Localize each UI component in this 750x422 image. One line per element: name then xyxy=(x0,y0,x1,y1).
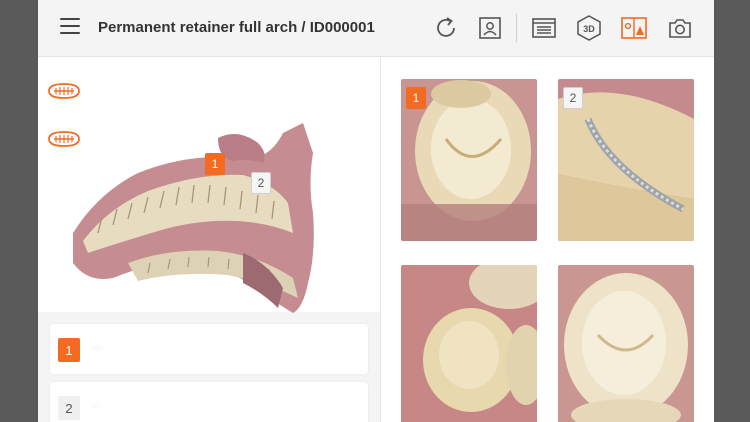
photo-grid: 1 2 xyxy=(380,58,714,422)
left-panel: 1 2 1 ··· 2 ··· xyxy=(38,58,380,422)
patient-info-icon xyxy=(479,17,501,39)
intraoral-photo-2[interactable]: 2 xyxy=(558,79,694,241)
tooth-photo-image xyxy=(558,265,694,422)
list-item-number: 2 xyxy=(58,396,80,420)
app-frame: Permanent retainer full arch / ID000001 xyxy=(38,0,714,422)
patient-info-button[interactable] xyxy=(476,14,504,42)
compare-images-button[interactable] xyxy=(620,14,648,42)
dental-scan-model[interactable] xyxy=(68,113,318,313)
upper-jaw-button[interactable] xyxy=(46,80,82,102)
scan-marker-1[interactable]: 1 xyxy=(205,153,225,175)
page-title: Permanent retainer full arch / ID000001 xyxy=(98,19,375,36)
compare-images-icon xyxy=(621,17,647,39)
top-bar: Permanent retainer full arch / ID000001 xyxy=(38,0,714,57)
list-item-text: ··· xyxy=(92,400,103,412)
intraoral-photo-3[interactable] xyxy=(401,265,537,422)
intraoral-photo-4[interactable] xyxy=(558,265,694,422)
scan-marker-2[interactable]: 2 xyxy=(251,172,271,194)
list-item[interactable]: 2 ··· xyxy=(50,382,368,422)
camera-button[interactable] xyxy=(666,14,694,42)
view-3d-icon: 3D xyxy=(577,15,601,41)
camera-icon xyxy=(669,19,691,38)
document-list-button[interactable] xyxy=(530,14,558,42)
menu-icon[interactable] xyxy=(60,18,80,36)
view-3d-label: 3D xyxy=(583,24,595,34)
toolbar-divider xyxy=(516,14,517,42)
photo-marker-2: 2 xyxy=(563,87,583,109)
scan-viewer[interactable]: 1 2 xyxy=(38,58,380,313)
refresh-button[interactable] xyxy=(432,14,460,42)
list-item-text: ··· xyxy=(92,342,103,354)
annotation-list: 1 ··· 2 ··· xyxy=(50,324,368,422)
view-3d-button[interactable]: 3D xyxy=(575,14,603,42)
list-item-number: 1 xyxy=(58,338,80,362)
refresh-icon xyxy=(437,17,455,37)
photo-marker-1: 1 xyxy=(406,87,426,109)
intraoral-photo-1[interactable]: 1 xyxy=(401,79,537,241)
upper-jaw-icon xyxy=(48,83,80,99)
list-item[interactable]: 1 ··· xyxy=(50,324,368,374)
tooth-photo-image xyxy=(401,265,537,422)
document-list-icon xyxy=(532,18,556,38)
